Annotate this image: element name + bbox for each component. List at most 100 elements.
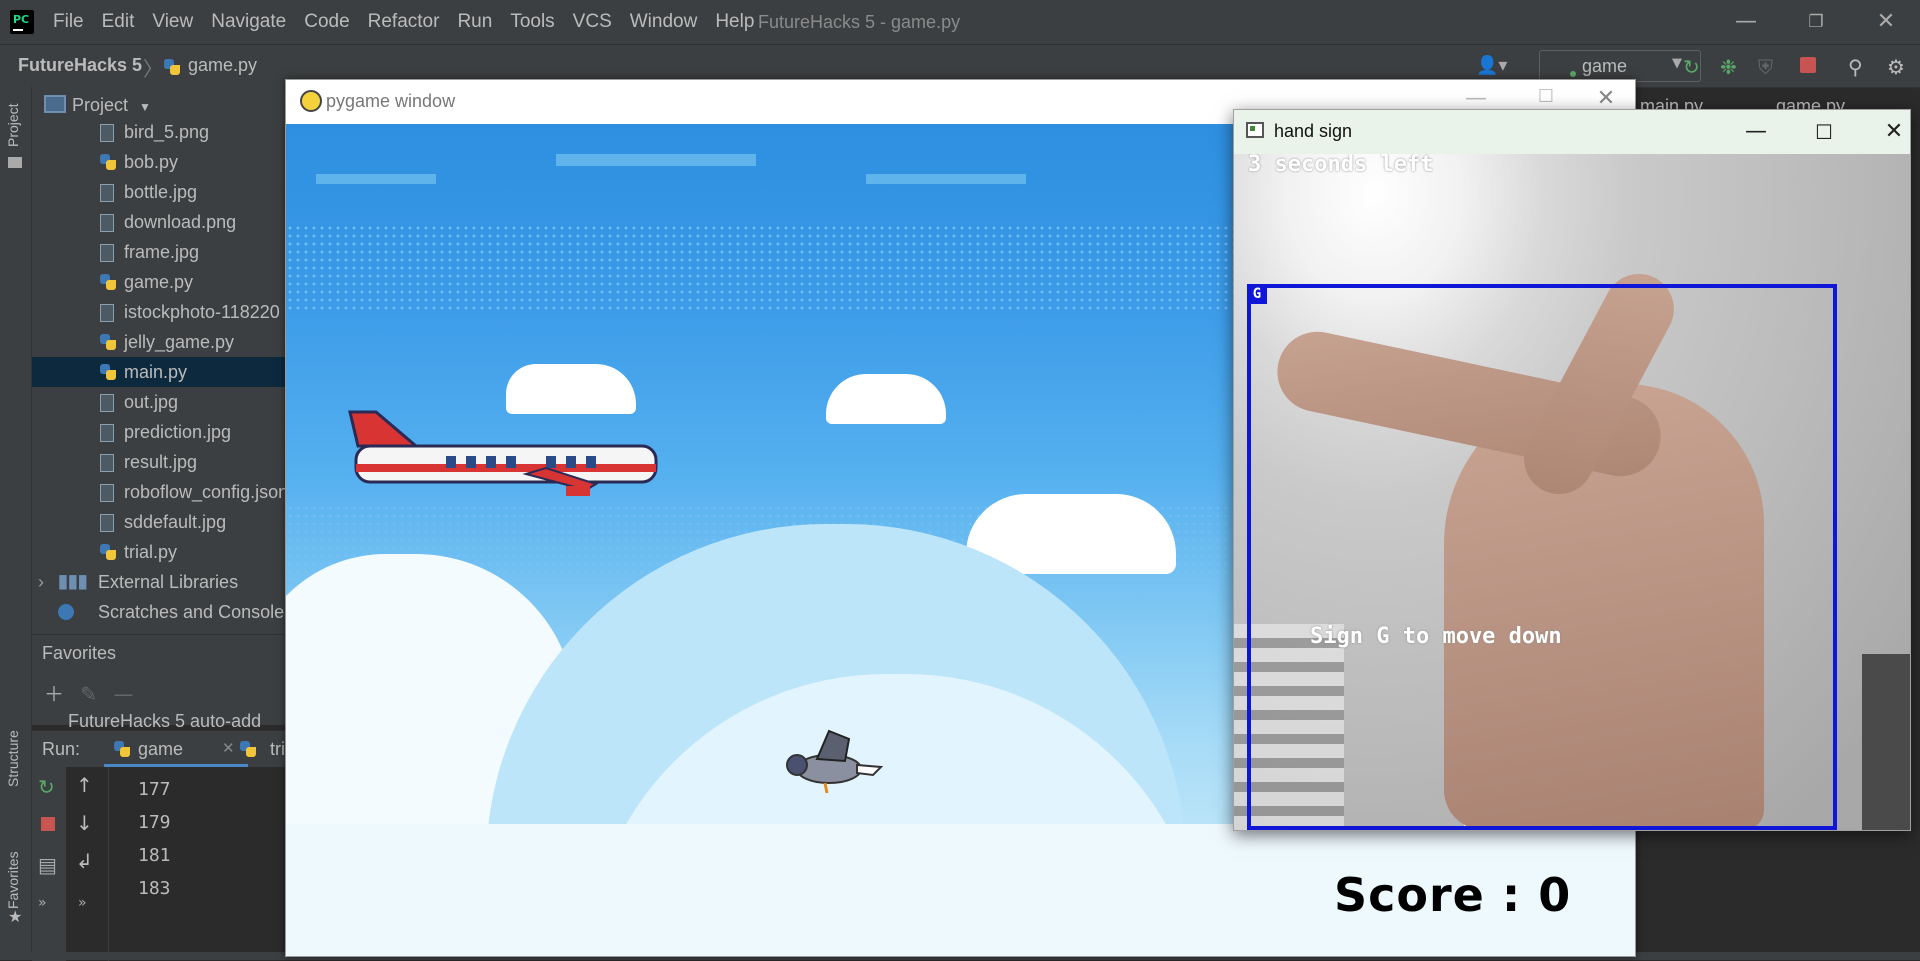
left-tool-strip: Project Structure Favorites ★	[0, 87, 32, 960]
run-tab-label: game	[138, 739, 184, 759]
tree-file-item[interactable]: bob.py	[32, 147, 292, 177]
remove-icon[interactable]: —	[113, 682, 133, 706]
stop-icon[interactable]	[41, 817, 55, 831]
favorites-tool-tab[interactable]: Favorites	[5, 851, 21, 909]
image-file-icon	[100, 454, 114, 472]
timer-text: 3 seconds left	[1248, 154, 1434, 177]
scratches-label: Scratches and Consoles	[98, 602, 292, 622]
project-tool-tab[interactable]: Project	[5, 103, 21, 147]
run-tab-trial[interactable]: tri	[270, 739, 285, 760]
minimize-button[interactable]: —	[1728, 8, 1764, 36]
more-icon[interactable]: »	[78, 895, 87, 911]
close-button[interactable]: ✕	[1870, 116, 1910, 148]
breadcrumb-separator: 〉	[143, 57, 163, 81]
user-icon[interactable]: 👤▾	[1476, 55, 1507, 76]
tree-file-item[interactable]: sddefault.jpg	[32, 507, 292, 537]
tree-file-item[interactable]: bottle.jpg	[32, 177, 292, 207]
menu-vcs[interactable]: VCS	[573, 11, 612, 33]
menu-view[interactable]: View	[152, 11, 193, 33]
image-file-icon	[100, 184, 114, 202]
image-file-icon	[100, 424, 114, 442]
run-tab-game[interactable]: game ✕	[104, 731, 248, 767]
image-file-icon	[100, 514, 114, 532]
tree-file-label: download.png	[124, 212, 237, 232]
hand-sign-title-bar[interactable]: hand sign — ☐ ✕	[1234, 110, 1910, 154]
menu-code[interactable]: Code	[304, 11, 349, 33]
python-file-icon	[100, 544, 116, 560]
soft-wrap-icon[interactable]: ↲	[76, 849, 93, 873]
console-line: 183	[138, 878, 171, 899]
folder-icon	[8, 157, 22, 168]
tree-file-label: bob.py	[124, 152, 179, 172]
restore-button[interactable]: ❐	[1798, 8, 1834, 36]
hand-sign-window-title: hand sign	[1274, 121, 1353, 141]
close-button[interactable]: ✕	[1868, 8, 1904, 36]
tree-file-item[interactable]: istockphoto-118220	[32, 297, 292, 327]
coverage-icon[interactable]: ⛨	[1758, 55, 1773, 79]
layout-icon[interactable]: ▤	[38, 853, 57, 877]
tree-file-item[interactable]: main.py	[32, 357, 292, 387]
favorites-item[interactable]: FutureHacks 5 auto-add	[68, 711, 261, 732]
menu-edit[interactable]: Edit	[102, 11, 135, 33]
python-file-icon	[100, 154, 116, 170]
tree-file-item[interactable]: trial.py	[32, 537, 292, 567]
tree-file-label: bird_5.png	[124, 122, 210, 142]
menu-refactor[interactable]: Refactor	[368, 11, 440, 33]
breadcrumb-file[interactable]: game.py	[188, 55, 257, 76]
menu-help[interactable]: Help	[715, 11, 754, 33]
menu-navigate[interactable]: Navigate	[211, 11, 286, 33]
run-config-label: game	[1582, 56, 1628, 76]
stop-icon[interactable]	[1800, 57, 1816, 73]
close-tab-icon[interactable]: ✕	[222, 739, 235, 757]
instruction-text: Sign G to move down	[1310, 624, 1562, 649]
console-line: 181	[138, 845, 171, 866]
tree-file-item[interactable]: prediction.jpg	[32, 417, 292, 447]
tree-file-item[interactable]: frame.jpg	[32, 237, 292, 267]
rerun-icon[interactable]: ↻	[38, 775, 55, 799]
arrow-up-icon[interactable]: ↑	[76, 773, 93, 797]
run-config-selector[interactable]: game ▼	[1539, 50, 1701, 82]
minimize-button[interactable]: —	[1732, 116, 1780, 148]
tree-file-label: out.jpg	[124, 392, 179, 412]
maximize-button[interactable]: ☐	[1800, 116, 1848, 148]
tree-external-libraries[interactable]: › ▮▮▮ External Libraries	[32, 567, 292, 597]
tree-file-item[interactable]: game.py	[32, 267, 292, 297]
menu-tools[interactable]: Tools	[510, 11, 554, 33]
pigeon-player-sprite[interactable]	[769, 729, 889, 799]
structure-tool-tab[interactable]: Structure	[5, 730, 21, 787]
chevron-right-icon: ›	[38, 572, 44, 592]
image-file-icon	[100, 304, 114, 322]
python-file-icon	[100, 274, 116, 290]
debug-icon[interactable]: ❉	[1720, 55, 1737, 79]
settings-gear-icon[interactable]: ⚙	[1887, 55, 1905, 79]
image-file-icon	[100, 124, 114, 142]
add-icon[interactable]: ＋	[44, 682, 64, 706]
tree-file-item[interactable]: download.png	[32, 207, 292, 237]
console-line: 177	[138, 779, 171, 800]
breadcrumb-project[interactable]: FutureHacks 5	[18, 55, 142, 76]
run-label: Run:	[42, 739, 81, 759]
cloud	[826, 374, 946, 424]
project-panel-header[interactable]: Project ▼	[44, 95, 151, 116]
menu-window[interactable]: Window	[630, 11, 698, 33]
tree-file-item[interactable]: out.jpg	[32, 387, 292, 417]
tree-file-item[interactable]: roboflow_config.json	[32, 477, 292, 507]
arrow-down-icon[interactable]: ↓	[76, 811, 93, 835]
rerun-icon[interactable]: ↻	[1683, 55, 1700, 79]
menu-run[interactable]: Run	[457, 11, 492, 33]
project-panel-title: Project	[72, 95, 129, 115]
console-toolbar: ↑ ↓ ↲ »	[66, 767, 109, 961]
tree-scratches[interactable]: Scratches and Consoles	[32, 597, 292, 627]
tree-file-item[interactable]: jelly_game.py	[32, 327, 292, 357]
chevron-down-icon: ▼	[1672, 56, 1682, 71]
detection-label: G	[1247, 284, 1267, 304]
tree-file-item[interactable]: result.jpg	[32, 447, 292, 477]
more-icon[interactable]: »	[38, 895, 47, 911]
menu-file[interactable]: File	[53, 11, 84, 33]
edit-pencil-icon[interactable]: ✎	[80, 682, 97, 706]
search-icon[interactable]: ⚲	[1848, 55, 1863, 79]
tree-file-label: trial.py	[124, 542, 178, 562]
image-file-icon	[100, 394, 114, 412]
scratches-icon	[58, 604, 74, 620]
tree-file-item[interactable]: bird_5.png	[32, 117, 292, 147]
